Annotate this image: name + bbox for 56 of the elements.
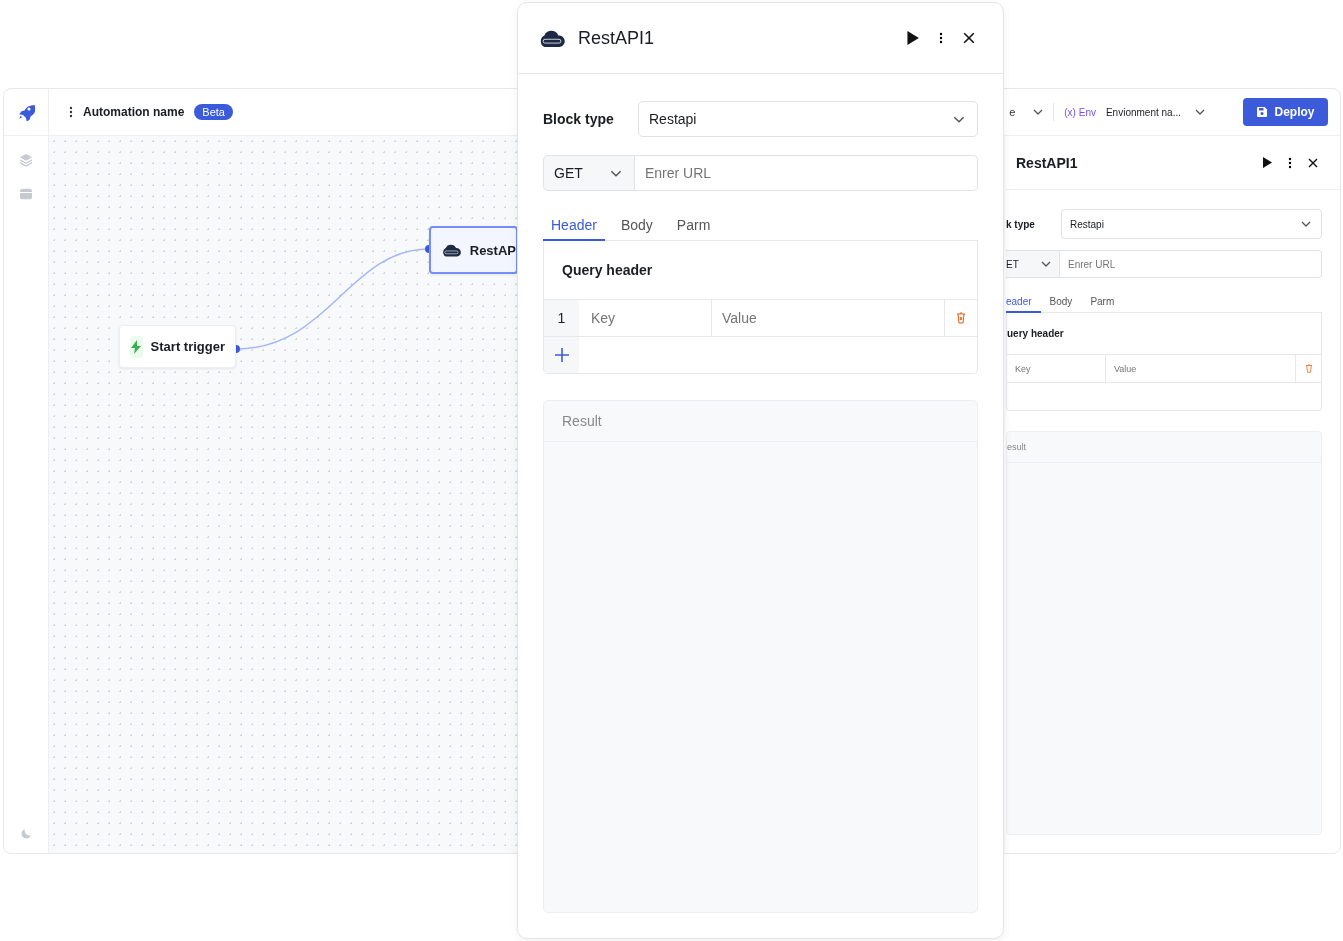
trash-icon[interactable] bbox=[956, 312, 966, 324]
url-input[interactable]: Enrer URL bbox=[635, 155, 978, 191]
save-icon bbox=[1256, 106, 1269, 118]
plus-icon[interactable] bbox=[554, 348, 569, 362]
more-icon[interactable] bbox=[939, 31, 943, 45]
field-label: Block type bbox=[543, 111, 615, 127]
block-type-select[interactable]: Restapi bbox=[1061, 209, 1322, 239]
chevron-down-icon bbox=[1041, 261, 1051, 267]
key-input[interactable]: Key bbox=[579, 300, 712, 336]
chevron-down-icon[interactable] bbox=[1033, 109, 1044, 115]
key-input[interactable]: Key bbox=[1007, 355, 1106, 382]
tab[interactable]: Parm bbox=[1081, 290, 1124, 313]
close-icon[interactable] bbox=[1308, 157, 1318, 168]
tab[interactable]: Body bbox=[612, 213, 661, 241]
play-icon[interactable] bbox=[906, 31, 919, 45]
more-icon[interactable] bbox=[69, 106, 73, 118]
panel-title: RestAPI1 bbox=[578, 27, 655, 49]
beta-badge: Beta bbox=[194, 104, 233, 120]
result-label: esult bbox=[1007, 432, 1321, 463]
variable-label: (x) Env bbox=[1064, 106, 1096, 118]
method-select[interactable]: ET bbox=[1006, 250, 1060, 278]
tab[interactable]: Header bbox=[543, 213, 605, 241]
row-number: 1 bbox=[544, 300, 579, 336]
method-select[interactable]: GET bbox=[543, 155, 635, 191]
automation-name: Automation name bbox=[83, 105, 185, 119]
chevron-down-icon bbox=[610, 169, 622, 177]
cloud-icon bbox=[441, 243, 462, 257]
play-icon[interactable] bbox=[1262, 157, 1272, 168]
value-input[interactable]: Value bbox=[1106, 355, 1296, 382]
result-label: Result bbox=[544, 401, 977, 442]
node-label: Start trigger bbox=[150, 339, 225, 354]
field-label: k type bbox=[1006, 218, 1036, 230]
tab[interactable]: eader bbox=[1006, 290, 1041, 313]
deploy-button[interactable]: Deploy bbox=[1243, 98, 1328, 126]
panel-title: RestAPI1 bbox=[1016, 154, 1078, 171]
chevron-down-icon bbox=[1301, 221, 1311, 227]
flow-node[interactable]: RestAP bbox=[429, 226, 518, 274]
section-title: Query header bbox=[544, 241, 977, 300]
tab[interactable]: Parm bbox=[668, 213, 719, 241]
node-label: RestAP bbox=[469, 242, 516, 258]
block-type-select[interactable]: Restapi bbox=[638, 101, 978, 137]
flow-node[interactable]: Start trigger bbox=[119, 325, 236, 368]
chevron-down-icon[interactable] bbox=[1195, 109, 1205, 115]
section-title: uery header bbox=[1007, 313, 1321, 355]
tab[interactable]: Body bbox=[1040, 290, 1082, 313]
close-icon[interactable] bbox=[963, 32, 975, 44]
more-icon[interactable] bbox=[1288, 156, 1292, 169]
select-value[interactable]: e bbox=[1009, 106, 1016, 118]
chevron-down-icon bbox=[953, 115, 965, 123]
environment-select[interactable]: Envionment na... bbox=[1105, 106, 1181, 118]
url-input[interactable]: Enrer URL bbox=[1060, 250, 1322, 278]
value-input[interactable]: Value bbox=[712, 300, 945, 336]
lightning-icon bbox=[130, 335, 143, 358]
trash-icon[interactable] bbox=[1304, 364, 1313, 373]
cloud-icon bbox=[538, 29, 566, 47]
rocket-icon[interactable] bbox=[17, 103, 35, 121]
